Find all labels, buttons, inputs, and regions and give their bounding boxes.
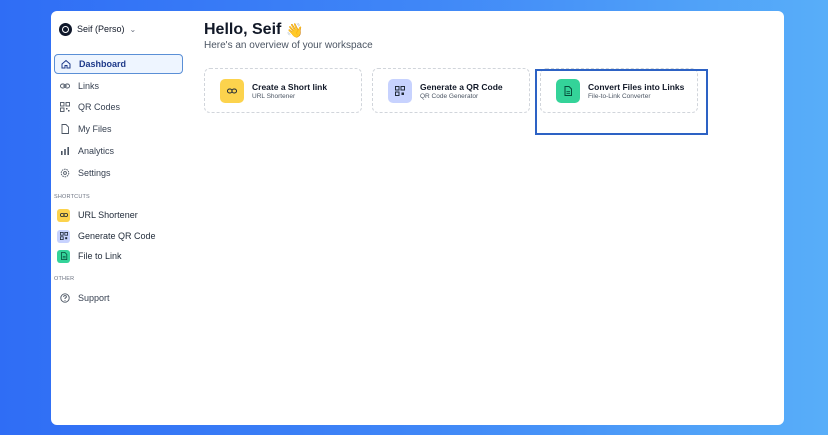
card-subtitle: URL Shortener [252,92,296,100]
page-subtitle: Here's an overview of your workspace [204,40,373,51]
sidebar-item-qr-codes[interactable]: QR Codes [54,97,183,117]
qr-code-icon [60,102,70,112]
shortcut-label: URL Shortener [78,210,138,220]
sidebar-item-label: Support [78,293,110,303]
sidebar-item-settings[interactable]: Settings [54,163,183,183]
card-title: Generate a QR Code [420,81,503,92]
sidebar-item-dashboard[interactable]: Dashboard [54,54,183,74]
greeting-text: Hello, Seif [204,21,282,38]
shortcut-label: Generate QR Code [78,231,156,241]
card-generate-qr-code[interactable]: Generate a QR Code QR Code Generator [372,68,530,113]
main-content: Hello, Seif 👋 Here's an overview of your… [204,11,784,425]
other-heading: OTHER [54,276,75,282]
card-subtitle: QR Code Generator [420,92,479,100]
home-icon [61,59,71,69]
shortcuts-heading: SHORTCUTS [54,194,90,200]
card-text: Create a Short link URL Shortener [252,82,327,100]
workspace-switcher[interactable]: Seif (Perso) ⌄ [59,20,136,38]
help-circle-icon [60,293,70,303]
gear-icon [60,168,70,178]
sidebar-item-label: QR Codes [78,102,121,112]
shortcut-generate-qr-code[interactable]: Generate QR Code [57,228,156,244]
sidebar-item-links[interactable]: Links [54,76,183,96]
page-title: Hello, Seif 👋 [204,21,304,39]
sidebar-item-label: Analytics [78,146,115,156]
card-title: Create a Short link [252,81,328,92]
shortcut-file-to-link[interactable]: File to Link [57,248,122,264]
link-icon [220,78,244,103]
link-icon [60,81,70,91]
workspace-name: Seif (Perso) [77,24,125,34]
shortcut-label: File to Link [78,251,122,261]
bar-chart-icon [60,146,70,156]
sidebar-item-analytics[interactable]: Analytics [54,141,183,161]
sidebar: Seif (Perso) ⌄ Dashboard Links QR Codes [51,11,193,425]
chevron-down-icon: ⌄ [129,24,137,34]
card-create-short-link[interactable]: Create a Short link URL Shortener [204,68,362,113]
file-icon [60,124,70,134]
sidebar-item-support[interactable]: Support [54,288,183,308]
sidebar-item-my-files[interactable]: My Files [54,119,183,139]
shortcut-url-shortener[interactable]: URL Shortener [57,207,138,223]
sidebar-item-label: Settings [78,168,111,178]
sidebar-item-label: My Files [78,124,112,134]
card-text: Generate a QR Code QR Code Generator [420,82,503,100]
qr-code-icon [57,229,70,243]
app-window: Seif (Perso) ⌄ Dashboard Links QR Codes [51,11,784,425]
link-icon [57,208,70,222]
qr-code-icon [388,78,412,103]
file-icon [57,249,70,263]
workspace-logo-icon [59,22,72,36]
sidebar-item-label: Dashboard [79,59,127,69]
sidebar-item-label: Links [78,81,100,91]
waving-hand-icon: 👋 [286,21,304,38]
focus-highlight [535,69,708,135]
